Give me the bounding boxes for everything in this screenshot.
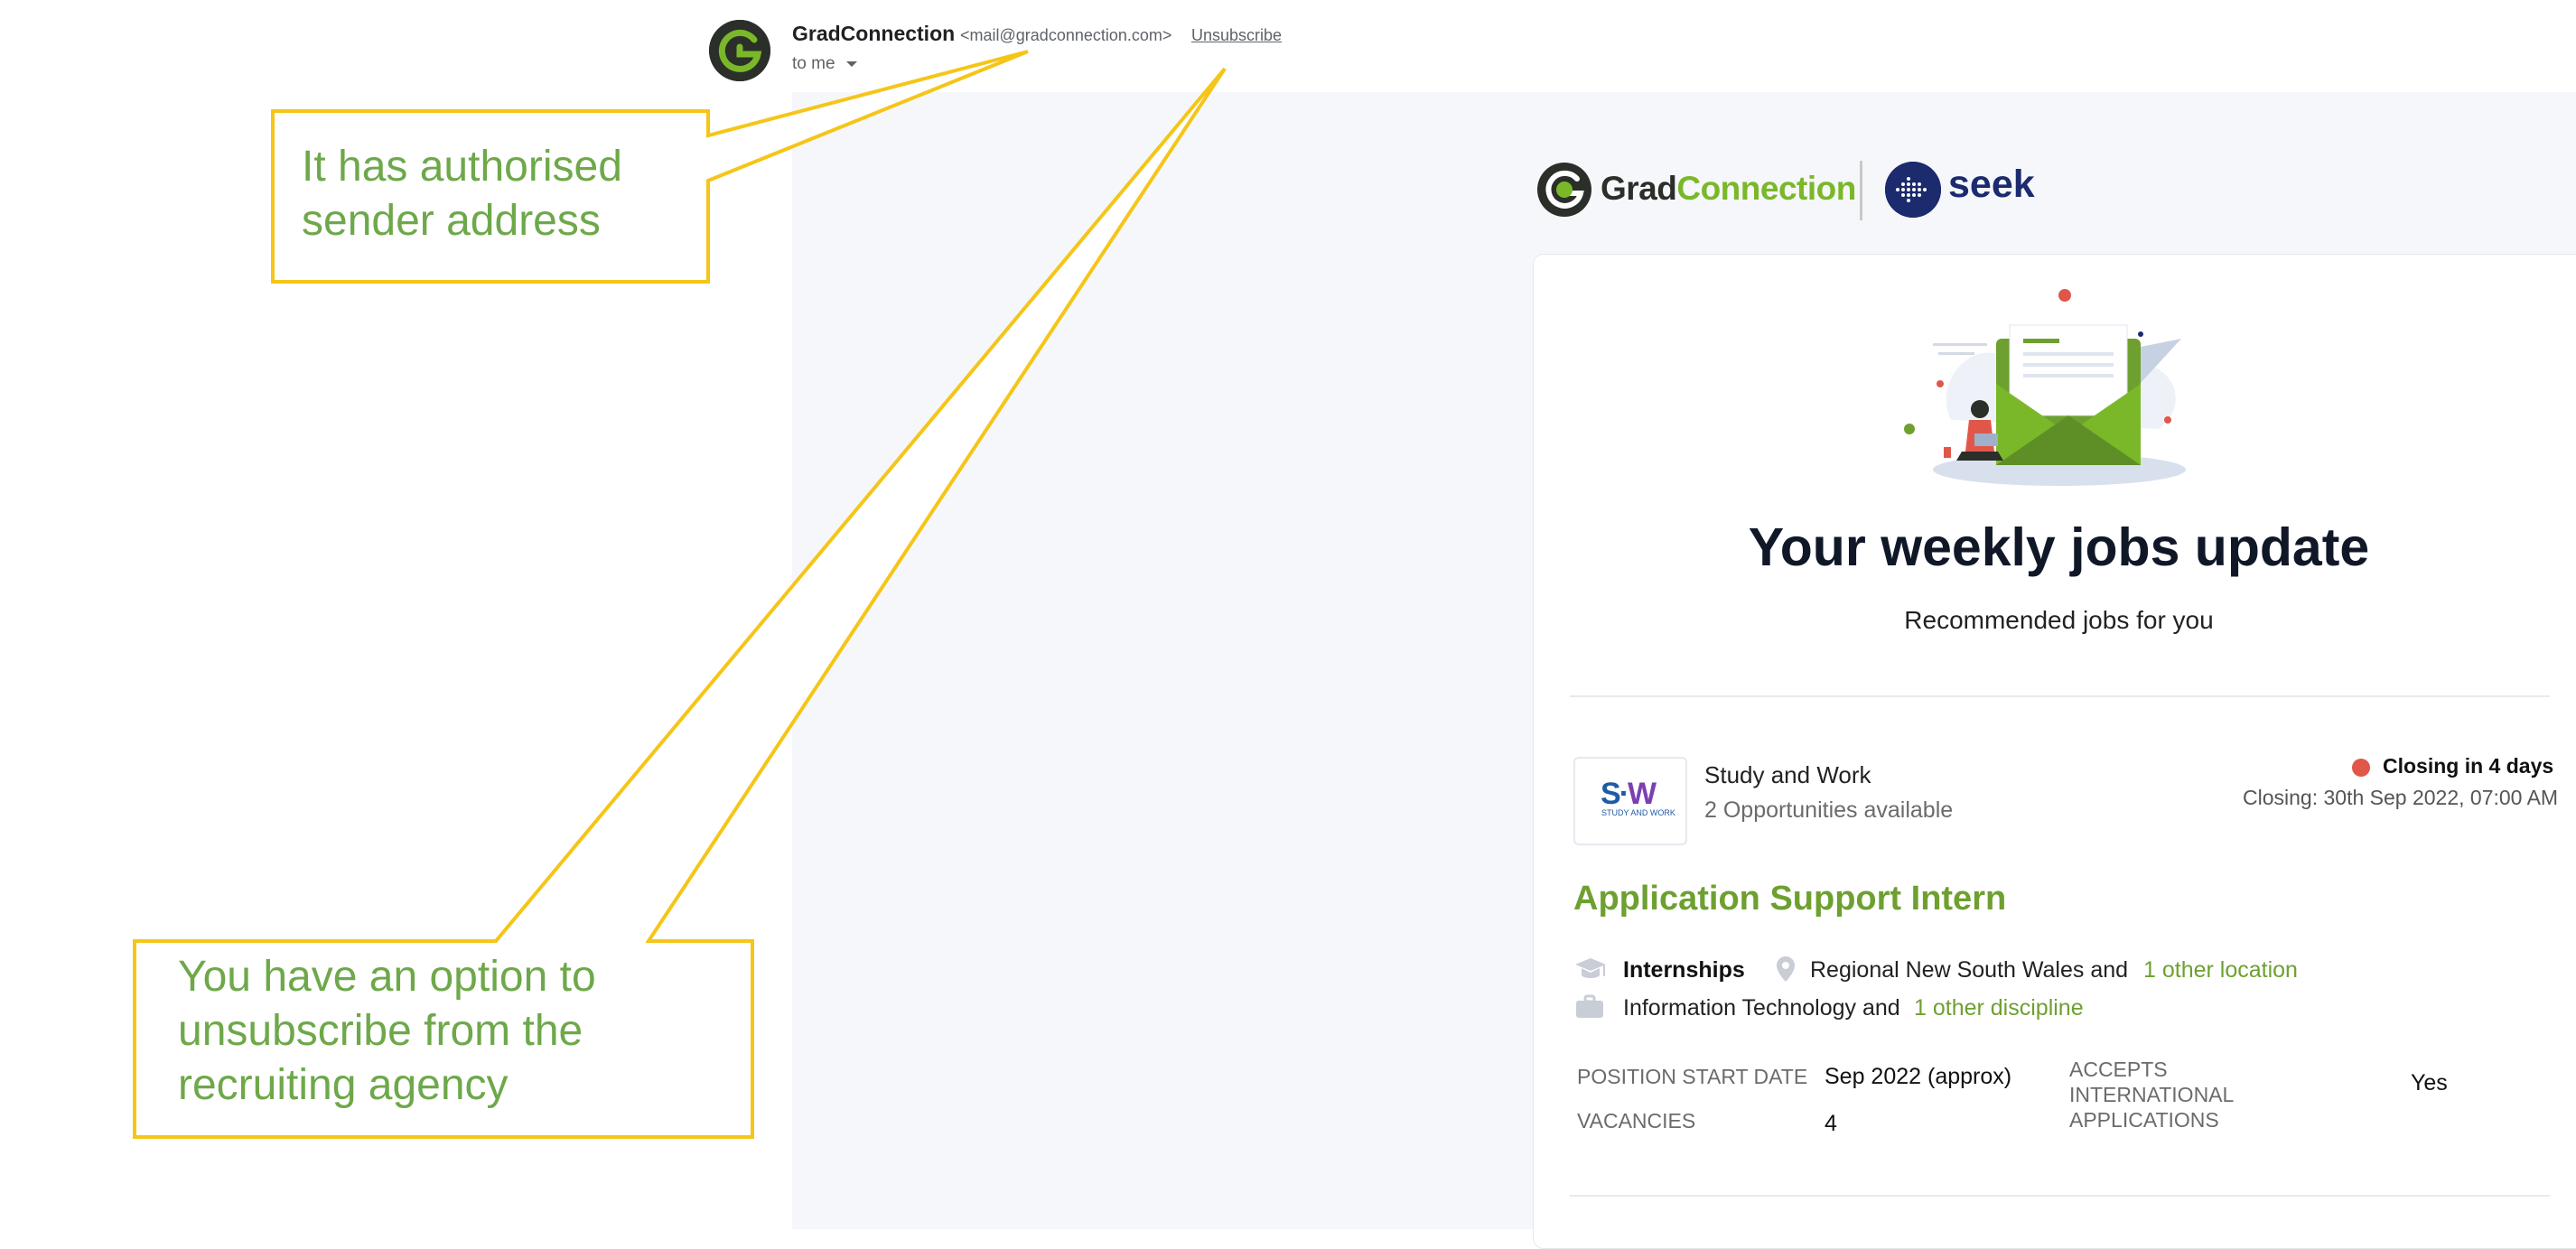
callout-top-text: It has authorised sender address: [302, 143, 622, 245]
callout-bottom-text: You have an option to unsubscribe from t…: [178, 953, 596, 1109]
